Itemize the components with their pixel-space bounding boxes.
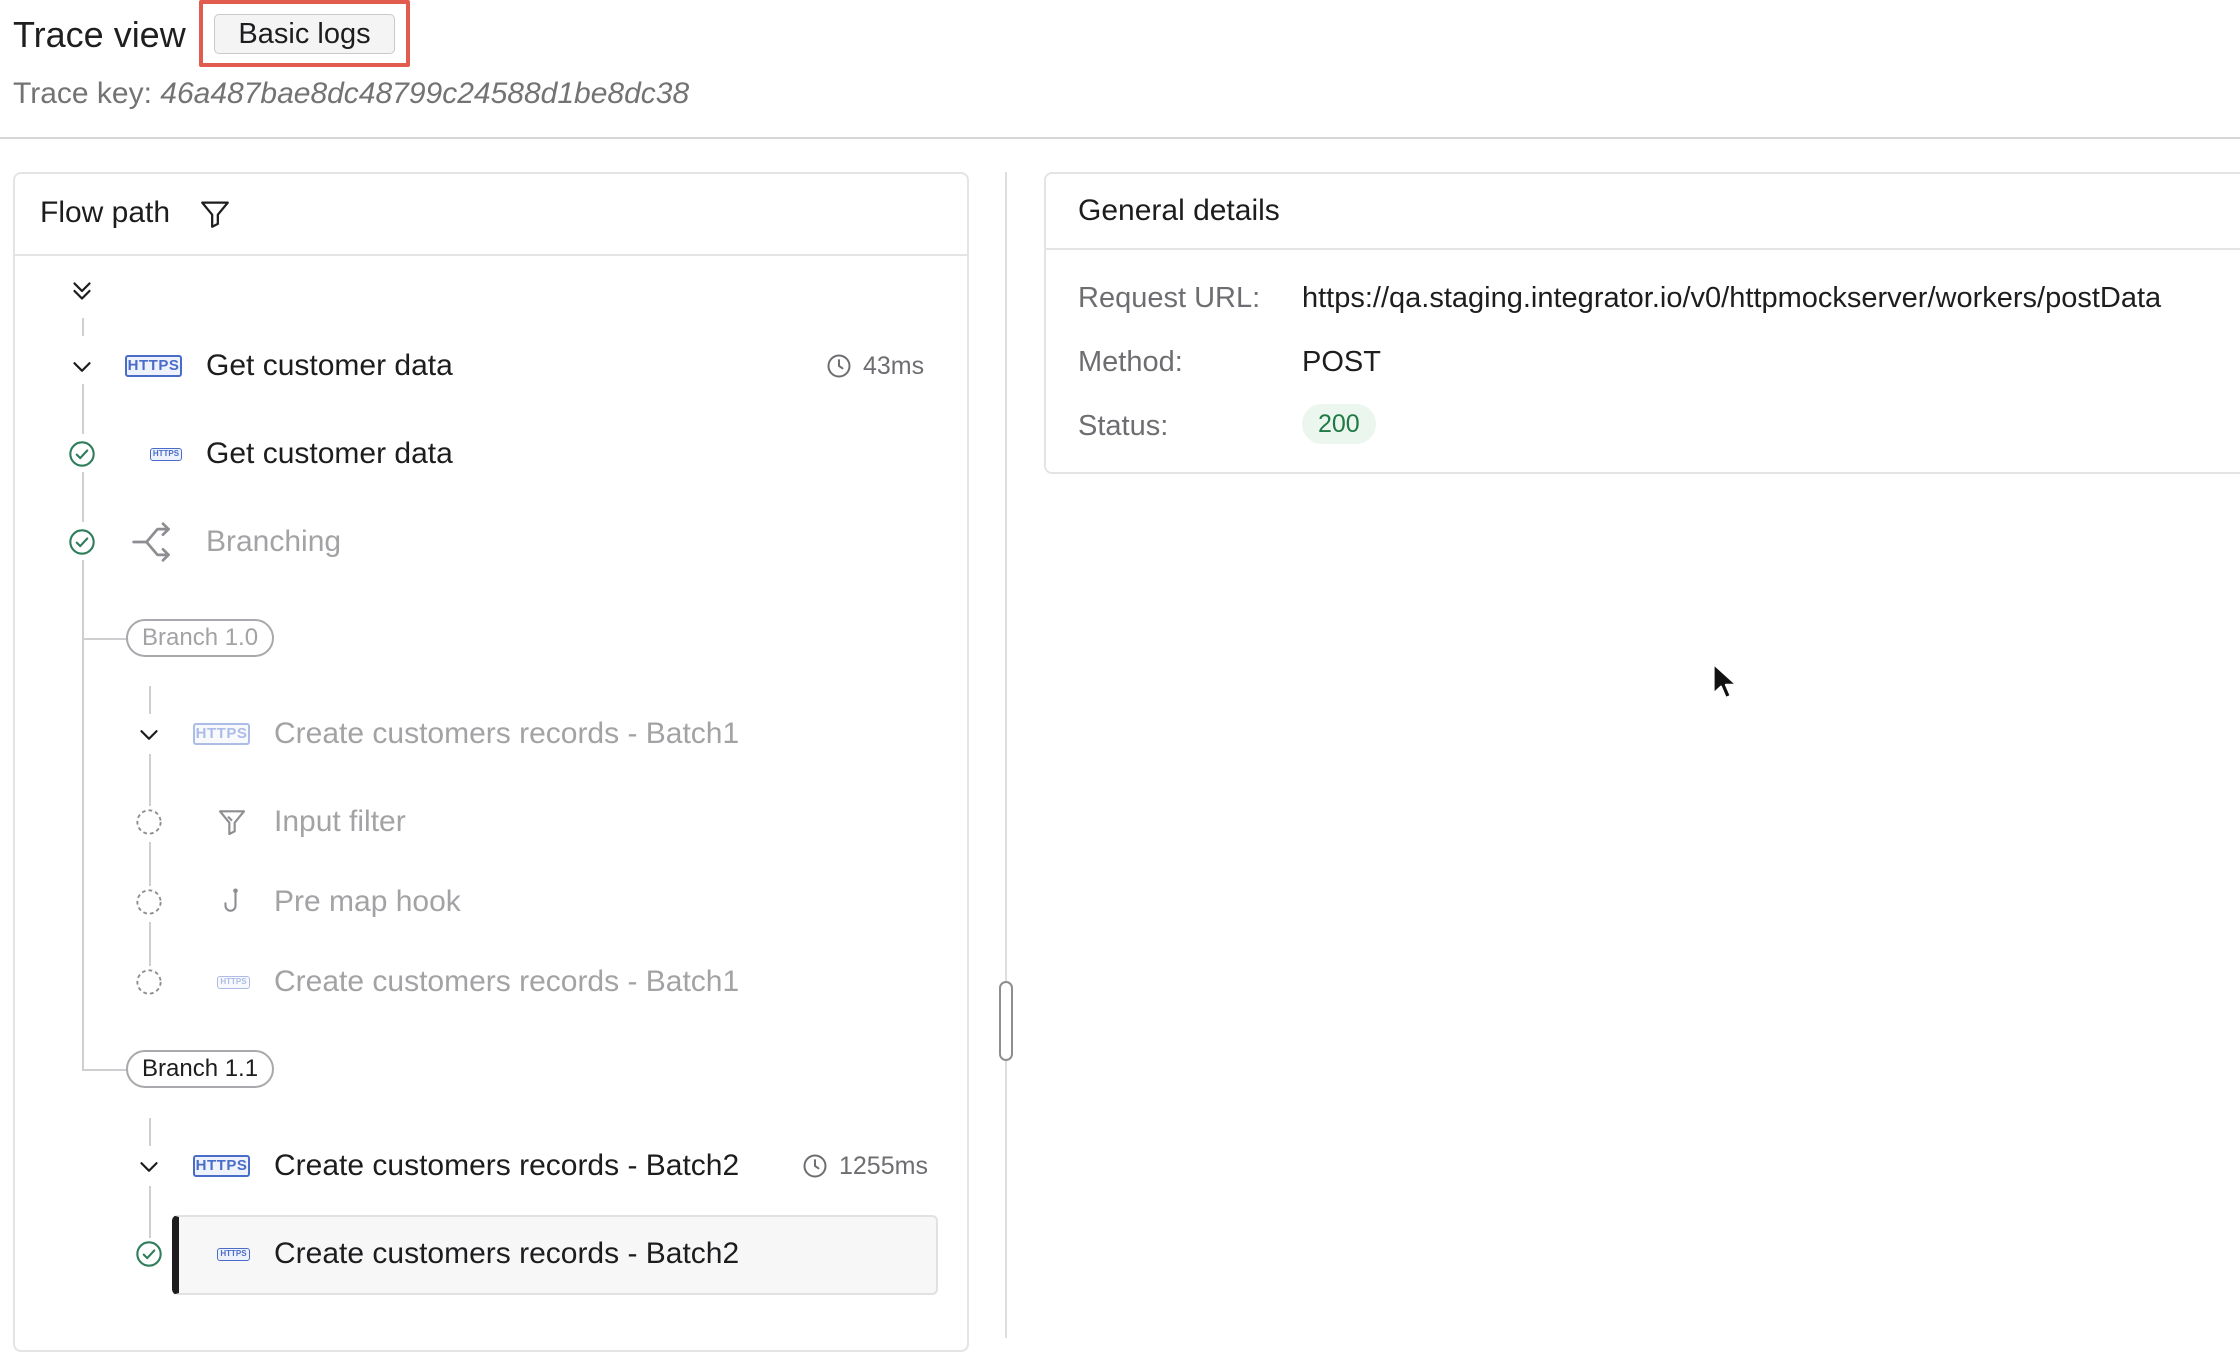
flow-step-label[interactable]: Get customer data bbox=[206, 346, 453, 386]
hook-icon bbox=[224, 888, 238, 912]
tree-connector bbox=[149, 1186, 151, 1238]
tree-connector bbox=[149, 842, 151, 886]
flow-step-label[interactable]: Input filter bbox=[274, 802, 406, 842]
flow-step-label[interactable]: Get customer data bbox=[206, 434, 453, 474]
panel-splitter bbox=[1005, 172, 1007, 1338]
branching-icon bbox=[132, 522, 170, 562]
basic-logs-button[interactable]: Basic logs bbox=[214, 14, 395, 54]
flow-path-title: Flow path bbox=[40, 196, 171, 229]
flow-path-header: Flow path bbox=[15, 174, 967, 256]
step-duration: 1255ms bbox=[839, 1152, 928, 1180]
tree-connector bbox=[149, 922, 151, 966]
filter-icon[interactable] bbox=[198, 197, 232, 231]
chevron-down-icon[interactable] bbox=[134, 720, 164, 750]
https-icon: HTTPS bbox=[217, 976, 250, 989]
trace-key-label: Trace key: bbox=[13, 77, 152, 110]
branch-pill[interactable]: Branch 1.0 bbox=[126, 619, 275, 657]
general-details-header: General details bbox=[1046, 174, 2240, 250]
flow-step-label[interactable]: Pre map hook bbox=[274, 882, 461, 922]
page-title: Trace view bbox=[13, 14, 186, 55]
input-filter-icon bbox=[218, 810, 246, 836]
request-url-label: Request URL: bbox=[1078, 282, 1261, 314]
step-duration: 43ms bbox=[863, 352, 925, 380]
success-check-icon bbox=[136, 1241, 162, 1267]
https-icon: HTTPS bbox=[193, 1155, 250, 1177]
general-details-title: General details bbox=[1078, 194, 1280, 227]
flow-step-label[interactable]: Create customers records - Batch1 bbox=[274, 962, 739, 1002]
tree-connector bbox=[82, 472, 84, 522]
request-url-value: https://qa.staging.integrator.io/v0/http… bbox=[1302, 282, 2162, 314]
https-icon: HTTPS bbox=[125, 355, 182, 377]
general-details-panel: General details Request URL: https://qa.… bbox=[1044, 172, 2240, 474]
flow-step-label[interactable]: Branching bbox=[206, 522, 341, 562]
flow-step-label[interactable]: Create customers records - Batch2 bbox=[274, 1146, 739, 1186]
tree-connector bbox=[149, 686, 151, 714]
method-value: POST bbox=[1302, 346, 1381, 378]
pending-status-icon bbox=[136, 889, 162, 915]
tree-connector bbox=[82, 1069, 128, 1071]
tree-connector bbox=[82, 560, 84, 1070]
basic-logs-highlight: Basic logs bbox=[199, 0, 410, 67]
https-icon: HTTPS bbox=[217, 1248, 250, 1261]
trace-key: Trace key: 46a487bae8dc48799c24588d1be8d… bbox=[13, 73, 689, 115]
flow-step-label: Create customers records - Batch2 bbox=[274, 1237, 740, 1270]
method-label: Method: bbox=[1078, 346, 1183, 378]
tree-connector bbox=[82, 638, 128, 640]
tree-connector bbox=[149, 754, 151, 806]
status-badge: 200 bbox=[1302, 404, 1376, 444]
flow-step-label[interactable]: Create customers records - Batch1 bbox=[274, 714, 739, 754]
clock-icon bbox=[827, 354, 851, 378]
branch-pill[interactable]: Branch 1.1 bbox=[126, 1050, 275, 1088]
pending-status-icon bbox=[136, 809, 162, 835]
tree-connector bbox=[82, 318, 84, 336]
tree-connector bbox=[149, 1118, 151, 1146]
collapse-all-icon[interactable] bbox=[67, 276, 97, 306]
https-icon: HTTPS bbox=[150, 448, 182, 461]
selected-flow-step[interactable]: HTTPS Create customers records - Batch2 bbox=[172, 1215, 938, 1295]
success-check-icon bbox=[69, 529, 95, 555]
mouse-cursor-icon bbox=[1712, 663, 1738, 699]
tree-connector bbox=[82, 384, 84, 434]
chevron-down-icon[interactable] bbox=[134, 1152, 164, 1182]
trace-key-value: 46a487bae8dc48799c24588d1be8dc38 bbox=[160, 77, 690, 110]
success-check-icon bbox=[69, 441, 95, 467]
status-label: Status: bbox=[1078, 410, 1169, 442]
pending-status-icon bbox=[136, 969, 162, 995]
splitter-drag-handle[interactable] bbox=[999, 981, 1013, 1061]
clock-icon bbox=[803, 1154, 827, 1178]
https-icon: HTTPS bbox=[193, 723, 250, 745]
header-divider bbox=[0, 137, 2240, 139]
chevron-down-icon[interactable] bbox=[67, 352, 97, 382]
